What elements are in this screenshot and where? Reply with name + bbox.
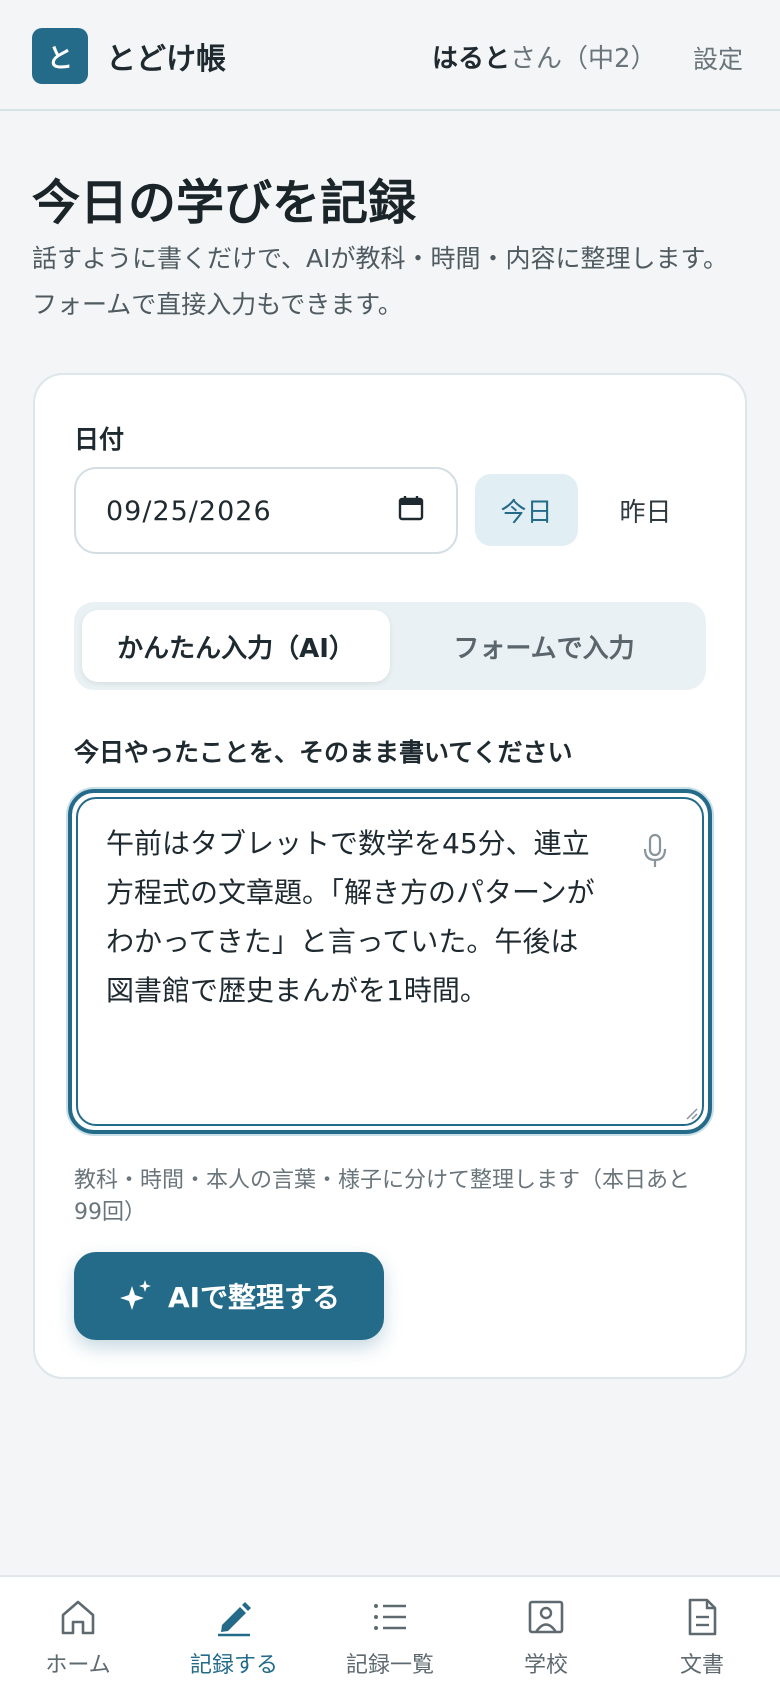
page-title: 今日の学びを記録 [32, 175, 417, 231]
app-logo[interactable]: と [32, 28, 88, 84]
ai-organize-button[interactable]: AIで整理する [74, 1252, 384, 1340]
list-icon [374, 1604, 406, 1630]
nav-item-home[interactable]: ホーム [0, 1577, 156, 1688]
nav-item-school[interactable]: 学校 [468, 1577, 624, 1688]
nav-label-record: 記録する [189, 1653, 278, 1678]
input-mode-tabs: かんたん入力（AI） フォームで入力 [74, 602, 706, 690]
home-icon [61, 1600, 95, 1635]
activity-textarea[interactable]: 午前はタブレットで数学を45分、連立方程式の文章題。「解き方のパターンがわかって… [76, 797, 704, 1126]
document-icon [688, 1598, 717, 1636]
nav-label-record-list: 記録一覧 [345, 1653, 434, 1678]
app-name[interactable]: とどけ帳 [106, 34, 226, 78]
school-icon [528, 1600, 564, 1634]
helper-text: 教科・時間・本人の言葉・様子に分けて整理します（本日あと99回） [74, 1168, 691, 1225]
date-value: 09/25/2026 [106, 496, 272, 527]
date-input[interactable]: 09/25/2026 [74, 467, 458, 554]
user-name: はると [432, 44, 511, 74]
sparkle-icon [119, 1280, 151, 1310]
ai-organize-label: AIで整理する [167, 1281, 341, 1314]
activity-text: 午前はタブレットで数学を45分、連立方程式の文章題。「解き方のパターンがわかって… [106, 827, 595, 1007]
nav-label-documents: 文書 [679, 1653, 724, 1678]
user-info: はるとさん（中2） [432, 38, 657, 75]
nav-item-record[interactable]: 記録する [156, 1577, 312, 1688]
nav-label-home: ホーム [45, 1653, 111, 1678]
nav-label-school: 学校 [523, 1653, 568, 1678]
user-suffix: さん（中2） [510, 44, 657, 74]
nav-item-documents[interactable]: 文書 [624, 1577, 780, 1688]
yesterday-button[interactable]: 昨日 [594, 474, 697, 546]
tab-form-input[interactable]: フォームで入力 [390, 610, 698, 682]
bottom-navigation: ホーム 記録する 記録一覧 学校 文書 [0, 1575, 780, 1688]
pencil-icon [218, 1602, 251, 1637]
nav-item-record-list[interactable]: 記録一覧 [312, 1577, 468, 1688]
microphone-icon[interactable] [642, 833, 668, 869]
app-header: と とどけ帳 はるとさん（中2） 設定 [0, 0, 780, 111]
input-label: 今日やったことを、そのまま書いてください [74, 738, 573, 767]
resize-handle-icon[interactable] [683, 1105, 699, 1121]
tab-easy-ai[interactable]: かんたん入力（AI） [82, 610, 390, 682]
activity-textarea-focus-ring: 午前はタブレットで数学を45分、連立方程式の文章題。「解き方のパターンがわかって… [68, 789, 712, 1134]
date-label: 日付 [74, 425, 125, 454]
page-description: 話すように書くだけで、AIが教科・時間・内容に整理します。フォームで直接入力もで… [32, 244, 728, 319]
settings-link[interactable]: 設定 [693, 40, 743, 76]
today-button[interactable]: 今日 [475, 474, 578, 546]
calendar-icon[interactable] [398, 495, 424, 521]
